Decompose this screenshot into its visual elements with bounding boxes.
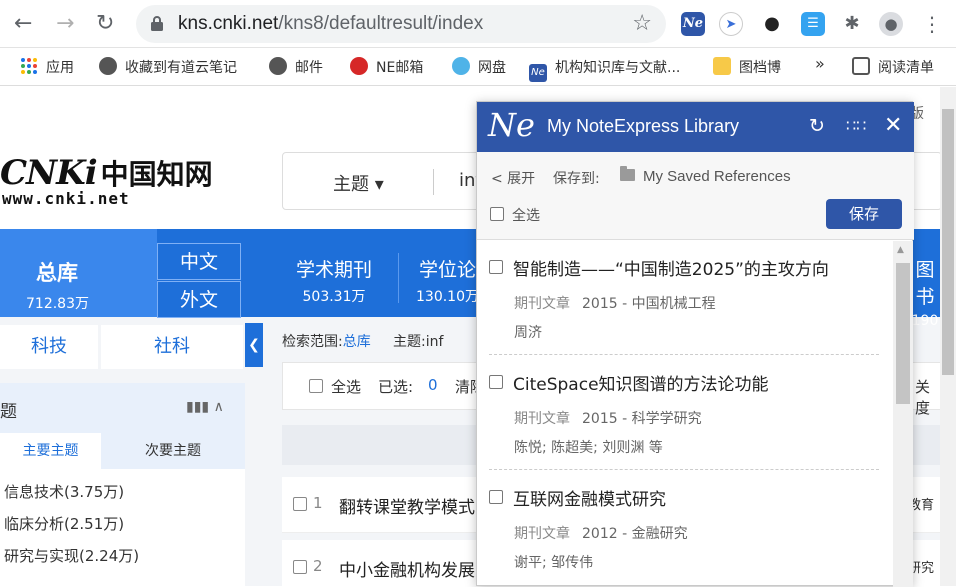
sort-relevance[interactable]: 关度: [915, 376, 940, 418]
selected-label: 已选:: [378, 378, 414, 396]
reference-checkbox[interactable]: [489, 375, 503, 389]
bookmark-star-icon[interactable]: ☆: [632, 11, 652, 36]
bookmarks-bar: 应用 收藏到有道云笔记 邮件 NE邮箱 网盘 Ne 机构知识库与文献... 图档博…: [0, 48, 956, 86]
popup-header: Ne My NoteExpress Library ↻ ∷∷ ✕: [477, 102, 914, 152]
url-text: kns.cnki.net/kns8/defaultresult/index: [178, 13, 484, 34]
collapse-left-icon[interactable]: ❮: [245, 323, 263, 367]
bookmark-reading-list[interactable]: 阅读清单: [852, 57, 934, 77]
category-science[interactable]: 科技: [0, 325, 98, 369]
row-checkbox[interactable]: [293, 497, 307, 511]
reload-icon[interactable]: ↻: [96, 12, 114, 36]
lock-icon: [151, 16, 163, 31]
folder-icon: [713, 57, 731, 75]
save-to-label: 保存到:: [553, 171, 600, 187]
chart-toggle-icon[interactable]: ▮▮▮ ∧: [186, 399, 224, 415]
popup-toolbar: < 展开 保存到: My Saved References 全选 保存: [477, 152, 914, 240]
bookmark-ne-mail[interactable]: NE邮箱: [350, 57, 423, 77]
cloud-drive-icon: [452, 57, 470, 75]
reference-title: 智能制造——“中国制造2025”的主攻方向: [513, 260, 829, 280]
page-scrollbar[interactable]: [940, 87, 956, 586]
target-folder[interactable]: My Saved References: [643, 168, 791, 185]
tab-journals[interactable]: 学术期刊 503.31万: [296, 255, 372, 306]
topic-item[interactable]: 研究与实现(2.24万): [4, 545, 139, 566]
list-item[interactable]: 智能制造——“中国制造2025”的主攻方向 期刊文章 2015 - 中国机械工程 …: [477, 241, 893, 356]
result-title[interactable]: 翻转课堂教学模式: [339, 493, 475, 518]
address-bar[interactable]: kns.cnki.net/kns8/defaultresult/index ☆: [136, 5, 666, 43]
selected-count: 0: [428, 376, 438, 394]
noteexpress-popup: Ne My NoteExpress Library ↻ ∷∷ ✕ < 展开 保存…: [476, 101, 914, 587]
graduation-extension-icon[interactable]: ☰: [801, 12, 825, 36]
lang-foreign[interactable]: 外文: [157, 281, 241, 318]
list-item[interactable]: 互联网金融模式研究 期刊文章 2012 - 金融研究 谢平; 邹传伟: [477, 471, 893, 586]
bookmark-institution-repo[interactable]: Ne 机构知识库与文献...: [529, 57, 680, 82]
tab-books[interactable]: 图书 190: [910, 255, 940, 329]
topic-panel: 题 ▮▮▮ ∧ 主要主题 次要主题 信息技术(3.75万) 临床分析(2.51万…: [0, 383, 245, 586]
folder-icon: [620, 166, 635, 181]
scroll-up-icon[interactable]: ▲: [897, 245, 904, 255]
refresh-icon[interactable]: ↻: [809, 113, 825, 139]
noteexpress-logo: Ne: [488, 106, 535, 144]
tab-zongku[interactable]: 总库 712.83万: [0, 229, 157, 317]
grid-icon[interactable]: ∷∷: [846, 113, 866, 139]
topic-item[interactable]: 临床分析(2.51万): [4, 513, 124, 534]
tab-main-topic[interactable]: 主要主题: [0, 433, 101, 469]
noteexpress-extension-icon[interactable]: Ne: [681, 12, 705, 36]
globe-icon: [269, 57, 287, 75]
back-arrow-icon[interactable]: ←: [14, 12, 32, 36]
tab-dissertations[interactable]: 学位论 130.10万: [416, 255, 479, 306]
result-title[interactable]: 中小金融机构发展: [339, 556, 475, 581]
feather-extension-icon[interactable]: ➤: [719, 12, 743, 36]
reference-checkbox[interactable]: [489, 490, 503, 504]
topic-panel-header: 题 ▮▮▮ ∧: [0, 383, 245, 433]
select-all-checkbox[interactable]: [309, 379, 323, 393]
save-button[interactable]: 保存: [826, 199, 902, 229]
expand-button[interactable]: < 展开: [491, 168, 535, 188]
bookmark-youdao[interactable]: 收藏到有道云笔记: [99, 57, 237, 77]
bookmark-cloud-drive[interactable]: 网盘: [452, 57, 506, 77]
forward-arrow-icon[interactable]: →: [56, 12, 74, 36]
bookmark-library[interactable]: 图档博: [713, 57, 781, 77]
popup-scrollbar[interactable]: ▲: [893, 241, 913, 587]
list-item[interactable]: CiteSpace知识图谱的方法论功能 期刊文章 2015 - 科学学研究 陈悦;…: [477, 356, 893, 471]
globe-icon: [99, 57, 117, 75]
reference-list: 智能制造——“中国制造2025”的主攻方向 期刊文章 2015 - 中国机械工程 …: [477, 241, 893, 587]
browser-toolbar: ← → ↻ kns.cnki.net/kns8/defaultresult/in…: [0, 0, 956, 48]
bookmark-apps[interactable]: 应用: [20, 57, 74, 77]
reference-title: 互联网金融模式研究: [513, 490, 666, 510]
close-icon[interactable]: ✕: [884, 113, 902, 139]
reference-title: CiteSpace知识图谱的方法论功能: [513, 375, 769, 395]
tab-sub-topic[interactable]: 次要主题: [101, 433, 245, 469]
evernote-extension-icon[interactable]: ●: [760, 12, 784, 36]
row-checkbox[interactable]: [293, 560, 307, 574]
reference-checkbox[interactable]: [489, 260, 503, 274]
menu-kebab-icon[interactable]: ⋮: [922, 12, 942, 36]
category-social[interactable]: 社科: [101, 325, 243, 369]
popup-title: My NoteExpress Library: [547, 116, 740, 136]
select-all-checkbox[interactable]: [490, 207, 504, 221]
cnki-logo[interactable]: CNKi 中国知网 www.cnki.net: [0, 153, 213, 208]
bookmark-mail[interactable]: 邮件: [269, 57, 323, 77]
topic-item[interactable]: 信息技术(3.75万): [4, 481, 124, 502]
netease-icon: [350, 57, 368, 75]
noteexpress-icon: Ne: [529, 64, 547, 82]
search-scope: 检索范围:总库 主题:inf: [282, 334, 444, 350]
extensions-puzzle-icon[interactable]: ✱: [840, 12, 864, 36]
lang-chinese[interactable]: 中文: [157, 243, 241, 280]
apps-grid-icon: [21, 58, 37, 74]
search-field-dropdown[interactable]: 主题 ▾: [333, 170, 384, 196]
select-all-label: 全选: [512, 208, 540, 224]
select-all-label: 全选: [331, 378, 362, 396]
profile-avatar-icon[interactable]: ●: [879, 12, 903, 36]
reading-list-icon: [852, 57, 870, 75]
bookmarks-overflow-icon[interactable]: »: [815, 54, 825, 73]
